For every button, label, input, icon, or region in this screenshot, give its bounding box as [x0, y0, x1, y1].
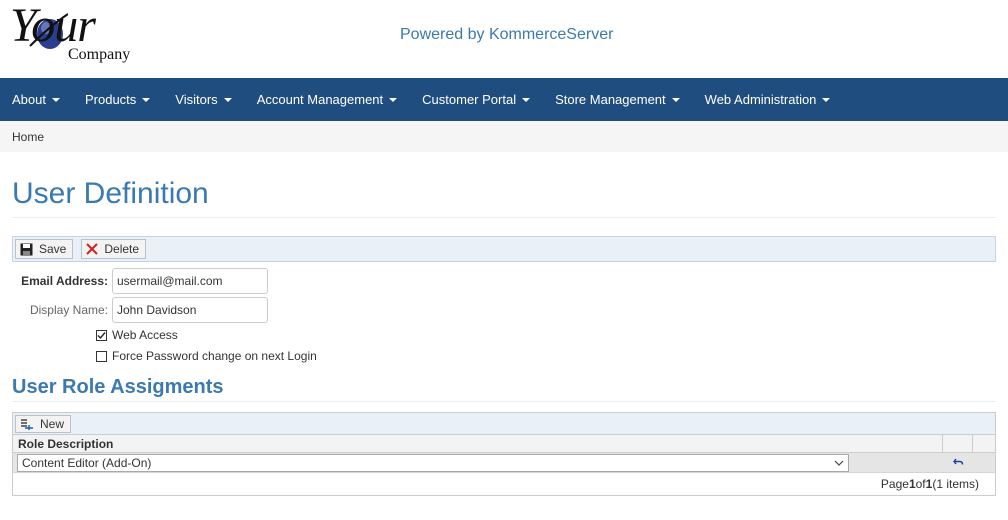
form-toolbar: Save Delete	[12, 236, 996, 262]
email-label: Email Address:	[21, 274, 108, 288]
header-spacer	[973, 435, 995, 452]
site-header: Your Company Powered by KommerceServer	[0, 0, 1008, 78]
display-name-field[interactable]	[112, 297, 268, 323]
nav-label: Visitors	[175, 92, 218, 107]
nav-products[interactable]: Products	[73, 78, 163, 121]
delete-button[interactable]: Delete	[81, 239, 147, 259]
powered-by-text: Powered by KommerceServer	[400, 26, 614, 43]
logo-word: Your	[10, 0, 96, 52]
web-access-checkbox[interactable]	[96, 329, 107, 341]
caret-down-icon	[389, 97, 398, 102]
breadcrumb-home[interactable]: Home	[12, 130, 44, 144]
role-assignments-title: User Role Assigments	[12, 374, 996, 402]
checkmark-icon	[97, 331, 106, 339]
pager-suffix: (1 items)	[932, 477, 979, 491]
delete-label: Delete	[104, 242, 140, 256]
caret-down-icon	[142, 97, 151, 102]
role-cell: Content Editor (Add-On)	[13, 453, 935, 472]
grid-header: Role Description	[13, 435, 995, 453]
email-row: Email Address:	[12, 268, 268, 294]
add-row-icon	[20, 418, 34, 430]
email-field[interactable]	[112, 268, 268, 294]
breadcrumb: Home	[0, 121, 1008, 152]
grid-toolbar: New	[13, 413, 995, 435]
pager-page: 1	[908, 477, 916, 491]
force-password-row: Force Password change on next Login	[96, 349, 317, 363]
nav-store-management[interactable]: Store Management	[543, 78, 693, 121]
role-select[interactable]: Content Editor (Add-On)	[17, 454, 849, 472]
caret-down-icon	[822, 97, 831, 102]
force-password-checkbox[interactable]	[96, 350, 107, 362]
nav-label: Web Administration	[704, 92, 817, 107]
nav-visitors[interactable]: Visitors	[163, 78, 244, 121]
header-spacer	[943, 435, 973, 452]
caret-down-icon	[522, 97, 531, 102]
display-name-row: Display Name:	[12, 297, 268, 323]
role-assignments-grid: New Role Description Content Editor (Add…	[12, 412, 996, 496]
floppy-disk-icon	[20, 243, 33, 256]
chevron-down-icon	[834, 460, 844, 466]
role-description-header[interactable]: Role Description	[13, 435, 943, 452]
nav-label: Products	[84, 92, 137, 107]
nav-account-management[interactable]: Account Management	[245, 78, 410, 121]
table-row: Content Editor (Add-On)	[13, 453, 995, 473]
nav-label: Store Management	[555, 92, 666, 107]
company-logo[interactable]: Your Company	[10, 0, 140, 66]
pager-total: 1	[925, 477, 933, 491]
nav-customer-portal[interactable]: Customer Portal	[410, 78, 543, 121]
new-label: New	[40, 416, 65, 431]
display-name-label: Display Name:	[29, 303, 108, 317]
caret-down-icon	[223, 97, 232, 102]
grid-pager: Page 1 of 1 (1 items)	[13, 473, 995, 495]
web-access-label: Web Access	[112, 328, 178, 342]
main-navbar: About Products Visitors Account Manageme…	[0, 78, 1008, 121]
role-select-value: Content Editor (Add-On)	[22, 456, 152, 470]
pager-prefix: Page	[880, 477, 909, 491]
caret-down-icon	[51, 97, 60, 102]
pager-of: of	[915, 477, 926, 491]
new-role-button[interactable]: New	[15, 414, 72, 433]
nav-web-administration[interactable]: Web Administration	[693, 78, 844, 121]
save-label: Save	[39, 242, 67, 256]
row-actions	[935, 453, 995, 472]
user-form: Email Address: Display Name: Web Access …	[12, 262, 996, 374]
undo-icon[interactable]	[952, 458, 964, 467]
logo-company: Company	[68, 46, 131, 63]
nav-label: About	[12, 92, 46, 107]
page-content: User Definition Save Delete Email Addres…	[0, 174, 1008, 496]
nav-label: Customer Portal	[422, 92, 517, 107]
save-button[interactable]: Save	[15, 239, 74, 259]
delete-x-icon	[86, 243, 99, 255]
nav-label: Account Management	[256, 92, 384, 107]
nav-about[interactable]: About	[0, 78, 73, 121]
caret-down-icon	[671, 97, 680, 102]
force-password-label: Force Password change on next Login	[112, 349, 317, 363]
web-access-row: Web Access	[96, 328, 178, 342]
page-title: User Definition	[12, 174, 996, 218]
